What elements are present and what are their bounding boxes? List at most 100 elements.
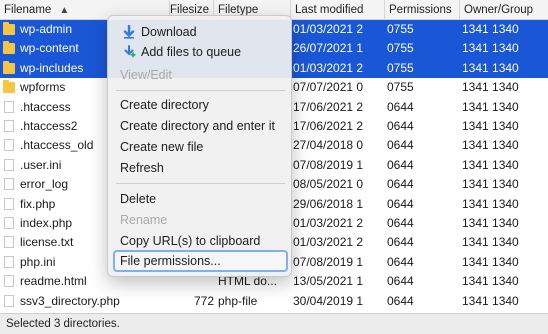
- folder-icon: [3, 60, 15, 74]
- cell-permissions: 0644: [387, 196, 414, 211]
- cell-owner-group: 1341 1340: [462, 60, 519, 75]
- cell-permissions: 0644: [387, 216, 414, 230]
- file-icon: [4, 158, 14, 171]
- cell-owner-group: 1341 1340: [462, 235, 519, 250]
- cell-owner-group: 1341 1340: [462, 274, 519, 289]
- file-icon: [4, 236, 14, 249]
- table-row[interactable]: wp-activate.php 7,165 php-file01/03/2021 2…: [0, 311, 548, 312]
- cell-filename: wp-activate.php: [20, 311, 150, 312]
- cell-permissions: 0644: [387, 311, 460, 312]
- cell-permissions: 0644: [387, 157, 414, 172]
- menu-item-copy-url[interactable]: Copy URL(s) to clipboard: [114, 231, 287, 251]
- menu-item-create-directory[interactable]: Create directory: [114, 95, 287, 115]
- cell-last-modified: 30/04/2019 1: [293, 293, 364, 308]
- column-owner-group[interactable]: Owner/Group: [460, 0, 548, 20]
- menu-item-create-new-file-label: Create new file: [120, 140, 204, 154]
- menu-item-refresh[interactable]: Refresh: [114, 158, 287, 178]
- cell-owner-group: 1341 1340: [462, 80, 519, 95]
- cell-permissions: 0644: [387, 119, 414, 133]
- cell-permissions: 0644: [387, 99, 414, 114]
- status-text: Selected 3 directories.: [6, 318, 120, 330]
- menu-item-rename-label: Rename: [120, 213, 168, 227]
- cell-owner-group: 1341 1340: [462, 293, 519, 308]
- menu-item-file-permissions[interactable]: File permissions...: [113, 250, 288, 272]
- column-last-modified[interactable]: Last modified: [291, 0, 385, 20]
- menu-item-create-new-file[interactable]: Create new file: [114, 137, 287, 157]
- cell-permissions: 0644: [387, 177, 414, 192]
- cell-permissions: 0755: [387, 60, 414, 75]
- column-permissions[interactable]: Permissions: [385, 0, 460, 20]
- file-icon: [4, 217, 14, 229]
- download-arrow-icon: [123, 25, 135, 39]
- cell-owner-group: 1341 1340: [462, 254, 519, 269]
- column-permissions-label: Permissions: [389, 4, 452, 16]
- file-icon: [4, 255, 14, 268]
- column-owner-group-label: Owner/Group: [464, 4, 534, 16]
- cell-owner-group: 1341 1340: [462, 41, 519, 56]
- menu-item-view-edit-label: View/Edit: [120, 68, 172, 82]
- cell-filesize: 772: [193, 293, 214, 308]
- cell-last-modified: 27/04/2018 0: [293, 138, 364, 153]
- cell-last-modified: 01/03/2021 2: [293, 216, 364, 230]
- cell-owner-group: 1341 1340: [462, 138, 519, 153]
- menu-item-create-directory-label: Create directory: [120, 98, 209, 112]
- cell-last-modified: 01/03/2021 2: [293, 60, 364, 75]
- cell-owner-group: 1341 1340: [462, 196, 519, 211]
- menu-item-refresh-label: Refresh: [120, 161, 164, 175]
- folder-icon: [3, 80, 15, 94]
- cell-last-modified: 07/08/2019 1: [293, 254, 364, 269]
- add-to-queue-icon: [124, 45, 136, 58]
- menu-separator: [116, 183, 285, 184]
- sort-ascending-icon: ▲: [59, 5, 70, 16]
- cell-last-modified: 01/03/2021 2: [293, 235, 364, 250]
- file-list-pane: Filename ▲ Filesize Filetype Last modifie…: [0, 0, 548, 334]
- cell-permissions: 0644: [387, 235, 414, 250]
- menu-item-rename: Rename: [114, 210, 287, 230]
- cell-last-modified: 17/06/2021 2: [293, 99, 364, 114]
- folder-icon: [3, 41, 15, 55]
- cell-filetype: php-file: [218, 311, 291, 312]
- menu-item-add-to-queue[interactable]: Add files to queue: [114, 42, 287, 62]
- cell-last-modified: 26/07/2021 1: [293, 41, 364, 56]
- cell-permissions: 0644: [387, 293, 414, 308]
- menu-item-download-label: Download: [141, 25, 197, 39]
- menu-item-create-directory-enter[interactable]: Create directory and enter it: [114, 116, 287, 136]
- cell-last-modified: 13/05/2021 1: [293, 274, 364, 289]
- cell-filename: ssv3_directory.php: [20, 293, 120, 308]
- cell-owner-group: 1341 1340: [462, 311, 548, 312]
- cell-owner-group: 1341 1340: [462, 119, 519, 133]
- cell-filetype: php-file: [218, 293, 258, 308]
- cell-permissions: 0644: [387, 254, 414, 269]
- column-filename-label: Filename: [4, 4, 52, 16]
- column-last-modified-label: Last modified: [295, 4, 364, 16]
- folder-icon: [3, 22, 15, 35]
- cell-permissions: 0644: [387, 138, 414, 153]
- file-icon: [4, 275, 14, 288]
- status-bar: Selected 3 directories.: [0, 313, 548, 334]
- cell-owner-group: 1341 1340: [462, 22, 519, 36]
- menu-item-delete-label: Delete: [120, 192, 157, 206]
- cell-owner-group: 1341 1340: [462, 177, 519, 192]
- file-icon: [4, 178, 14, 191]
- menu-item-copy-url-label: Copy URL(s) to clipboard: [120, 234, 261, 248]
- menu-item-download[interactable]: Download: [114, 22, 287, 42]
- file-icon: [4, 294, 14, 307]
- cell-permissions: 0644: [387, 274, 414, 289]
- menu-item-file-permissions-label: File permissions...: [120, 254, 221, 268]
- cell-permissions: 0755: [387, 80, 414, 95]
- menu-item-view-edit: View/Edit: [114, 65, 287, 85]
- menu-separator: [116, 90, 285, 91]
- table-row[interactable]: ssv3_directory.php 772 php-file 30/04/2019 …: [0, 292, 548, 311]
- cell-last-modified: 01/03/2021 2: [293, 311, 385, 312]
- menu-item-delete[interactable]: Delete: [114, 189, 287, 209]
- file-icon: [4, 197, 14, 210]
- cell-permissions: 0755: [387, 41, 414, 56]
- file-icon: [4, 120, 14, 132]
- cell-owner-group: 1341 1340: [462, 99, 519, 114]
- file-icon: [4, 100, 14, 113]
- cell-last-modified: 01/03/2021 2: [293, 22, 364, 36]
- cell-last-modified: 07/08/2019 1: [293, 157, 364, 172]
- cell-owner-group: 1341 1340: [462, 216, 519, 230]
- cell-last-modified: 08/05/2021 0: [293, 177, 364, 192]
- cell-permissions: 0755: [387, 22, 414, 36]
